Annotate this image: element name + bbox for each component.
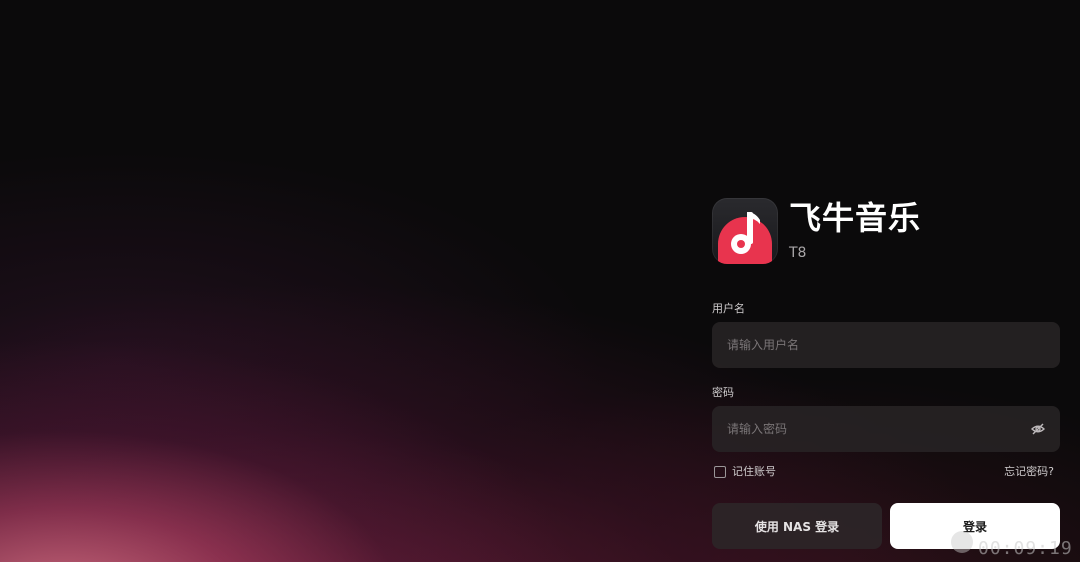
eye-off-icon[interactable]: [1030, 421, 1046, 437]
nas-login-button-label: 使用 NAS 登录: [754, 519, 840, 534]
username-label: 用户名: [712, 302, 745, 315]
password-input[interactable]: [712, 406, 1060, 452]
music-note-app-icon: [712, 198, 778, 264]
login-screen: 飞牛音乐 T8 用户名 密码 记住账号 忘记密码? 使用 NAS 登录 登录 0…: [0, 0, 1080, 562]
music-note-icon: [718, 212, 772, 264]
app-subtitle: T8: [789, 245, 807, 261]
remember-label: 记住账号: [732, 465, 776, 478]
username-input[interactable]: [712, 322, 1060, 368]
watermark-logo-icon: [951, 531, 973, 553]
forgot-password-link[interactable]: 忘记密码?: [1004, 465, 1054, 479]
video-timestamp: 00:09:19: [978, 538, 1073, 559]
password-label: 密码: [712, 386, 734, 399]
remember-checkbox[interactable]: [714, 466, 726, 478]
nas-login-button[interactable]: 使用 NAS 登录: [712, 503, 882, 549]
app-title: 飞牛音乐: [789, 199, 922, 237]
